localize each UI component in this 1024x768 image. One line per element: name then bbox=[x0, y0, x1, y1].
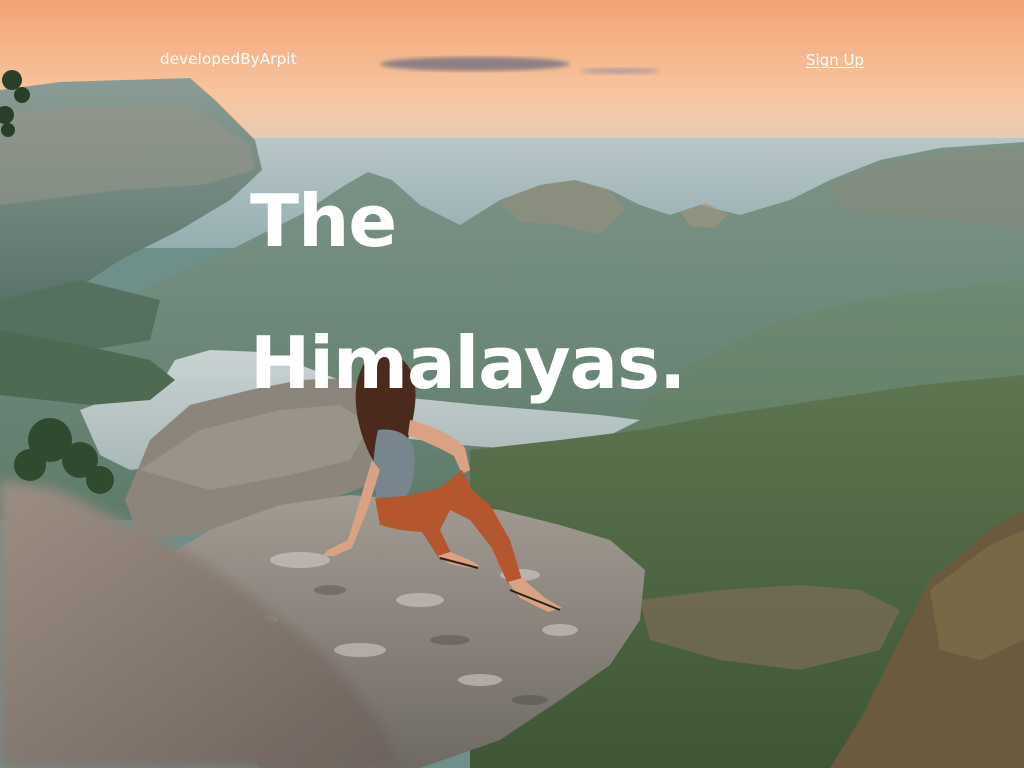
hero-heading-line-2: Himalayas. bbox=[250, 321, 686, 405]
hero-section: developedByArpit Sign Up The Himalayas. bbox=[0, 0, 1024, 768]
hero-heading: The Himalayas. bbox=[250, 150, 686, 434]
hero-heading-line-1: The bbox=[250, 179, 397, 263]
sign-up-link[interactable]: Sign Up bbox=[806, 51, 864, 69]
navbar: developedByArpit Sign Up bbox=[0, 0, 1024, 120]
brand-logo[interactable]: developedByArpit bbox=[160, 50, 297, 68]
